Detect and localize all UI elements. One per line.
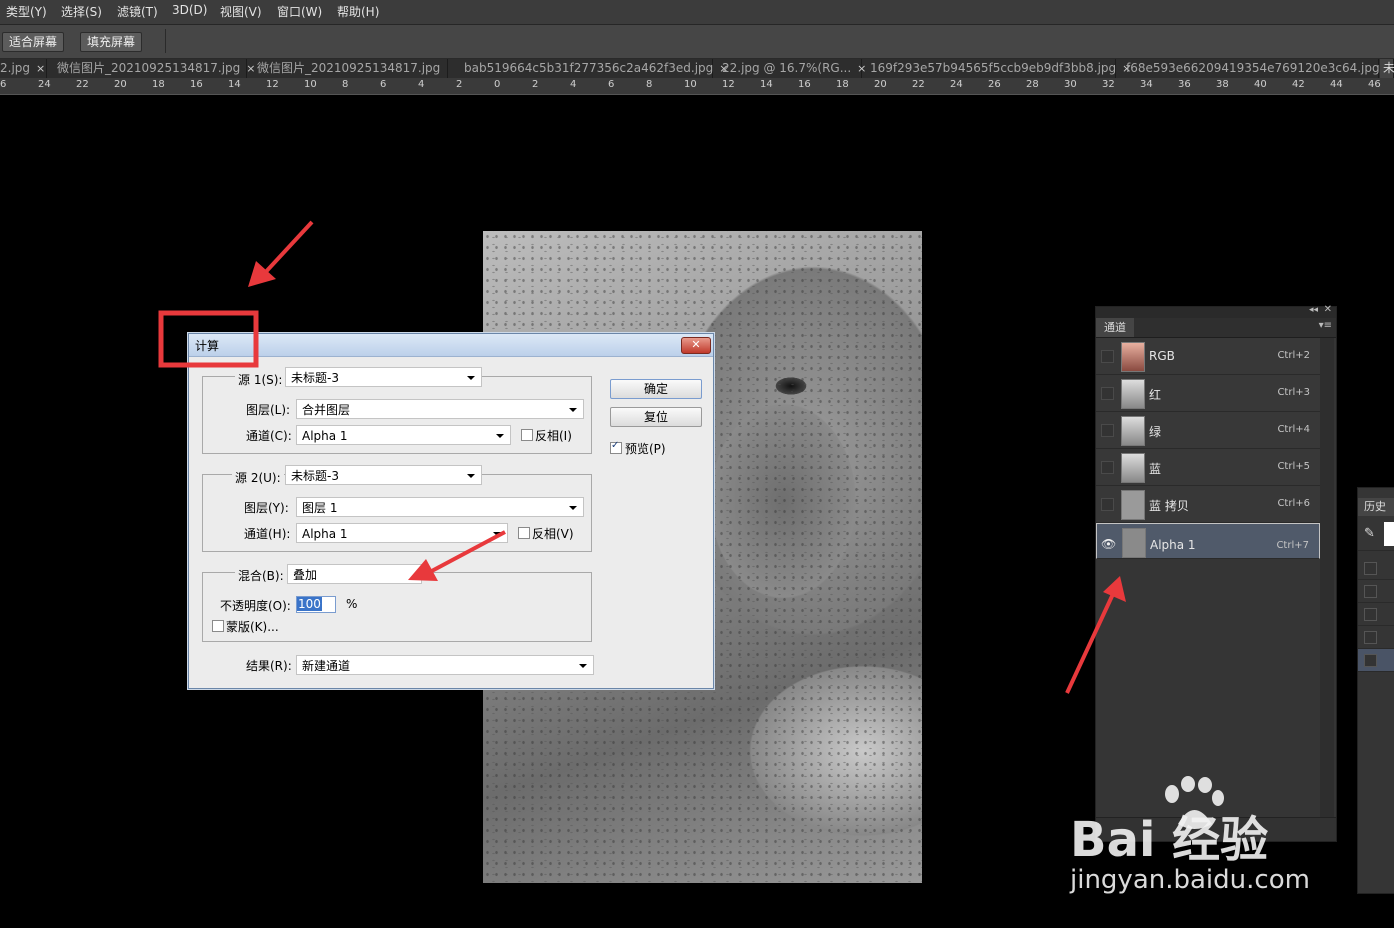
watermark-logo: Bai 经验 <box>1070 812 1269 868</box>
arrow-icon <box>248 220 314 287</box>
watermark-url: jingyan.baidu.com <box>1070 865 1310 895</box>
highlight-box <box>158 310 259 368</box>
arrow-icon <box>408 530 506 581</box>
arrow-icon <box>1065 576 1126 694</box>
